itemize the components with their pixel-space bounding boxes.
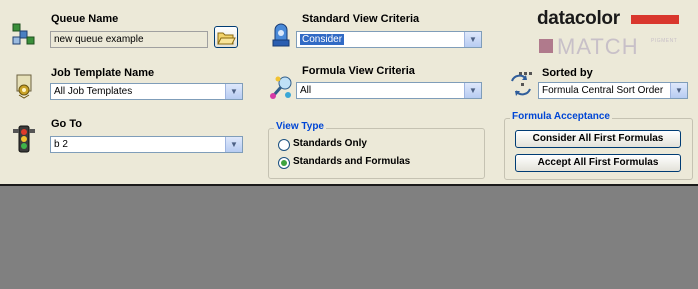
standard-view-icon xyxy=(272,23,290,47)
product-name: MATCH xyxy=(557,34,639,59)
sorted-by-label: Sorted by xyxy=(542,67,593,79)
goto-dropdown-button[interactable]: ▼ xyxy=(225,137,242,152)
standards-only-radio[interactable] xyxy=(278,139,290,151)
view-type-title: View Type xyxy=(274,121,326,132)
goto-select[interactable]: b 2 ▼ xyxy=(50,136,243,153)
standards-only-label[interactable]: Standards Only xyxy=(293,138,367,149)
standard-view-label: Standard View Criteria xyxy=(302,13,420,25)
traffic-light-icon xyxy=(13,125,35,153)
sorted-by-select[interactable]: Formula Central Sort Order ▼ xyxy=(538,82,688,99)
chevron-down-icon: ▼ xyxy=(675,85,683,95)
goto-label: Go To xyxy=(51,118,82,130)
queue-name-label: Queue Name xyxy=(51,13,119,25)
standard-view-select[interactable]: Consider ▼ xyxy=(296,31,482,48)
standards-and-formulas-label[interactable]: Standards and Formulas xyxy=(293,156,410,167)
sorted-by-dropdown-button[interactable]: ▼ xyxy=(670,83,687,98)
match-square-icon xyxy=(539,39,553,53)
brand-name: datacolor xyxy=(537,8,620,29)
queue-name-field[interactable]: new queue example xyxy=(50,31,208,48)
view-type-group xyxy=(268,128,485,179)
job-template-dropdown-button[interactable]: ▼ xyxy=(225,84,242,99)
sorted-by-value: Formula Central Sort Order xyxy=(542,85,664,96)
sort-arrows-icon xyxy=(511,72,532,96)
datacolor-logo: datacolor MATCH PIGMENT xyxy=(537,8,687,60)
goto-value: b 2 xyxy=(54,139,68,150)
chevron-down-icon: ▼ xyxy=(230,86,238,96)
formula-view-label: Formula View Criteria xyxy=(302,65,415,77)
folder-open-icon xyxy=(217,32,236,45)
chevron-down-icon: ▼ xyxy=(469,85,477,95)
formula-view-dropdown-button[interactable]: ▼ xyxy=(464,83,481,98)
queue-name-value: new queue example xyxy=(54,34,144,45)
standard-view-dropdown-button[interactable]: ▼ xyxy=(464,32,481,47)
standards-and-formulas-radio[interactable] xyxy=(278,157,290,169)
formula-acceptance-title: Formula Acceptance xyxy=(510,111,612,122)
chevron-down-icon: ▼ xyxy=(230,139,238,149)
criteria-panel: Queue Name new queue example Job Templat… xyxy=(0,0,698,184)
results-area xyxy=(0,184,698,289)
consider-all-first-formulas-button[interactable]: Consider All First Formulas xyxy=(515,130,681,148)
job-template-value: All Job Templates xyxy=(54,86,133,97)
product-sub: PIGMENT xyxy=(651,38,678,44)
chevron-down-icon: ▼ xyxy=(469,34,477,44)
formula-view-select[interactable]: All ▼ xyxy=(296,82,482,99)
open-queue-button[interactable] xyxy=(214,26,238,48)
accept-all-first-formulas-button[interactable]: Accept All First Formulas xyxy=(515,154,681,172)
job-template-icon xyxy=(16,74,32,99)
queue-icon xyxy=(12,23,35,45)
job-template-label: Job Template Name xyxy=(51,67,155,79)
job-template-select[interactable]: All Job Templates ▼ xyxy=(50,83,243,100)
brand-accent-bar xyxy=(631,15,679,24)
standard-view-value: Consider xyxy=(300,34,345,45)
formula-view-value: All xyxy=(300,85,312,96)
formula-view-icon xyxy=(270,76,292,99)
